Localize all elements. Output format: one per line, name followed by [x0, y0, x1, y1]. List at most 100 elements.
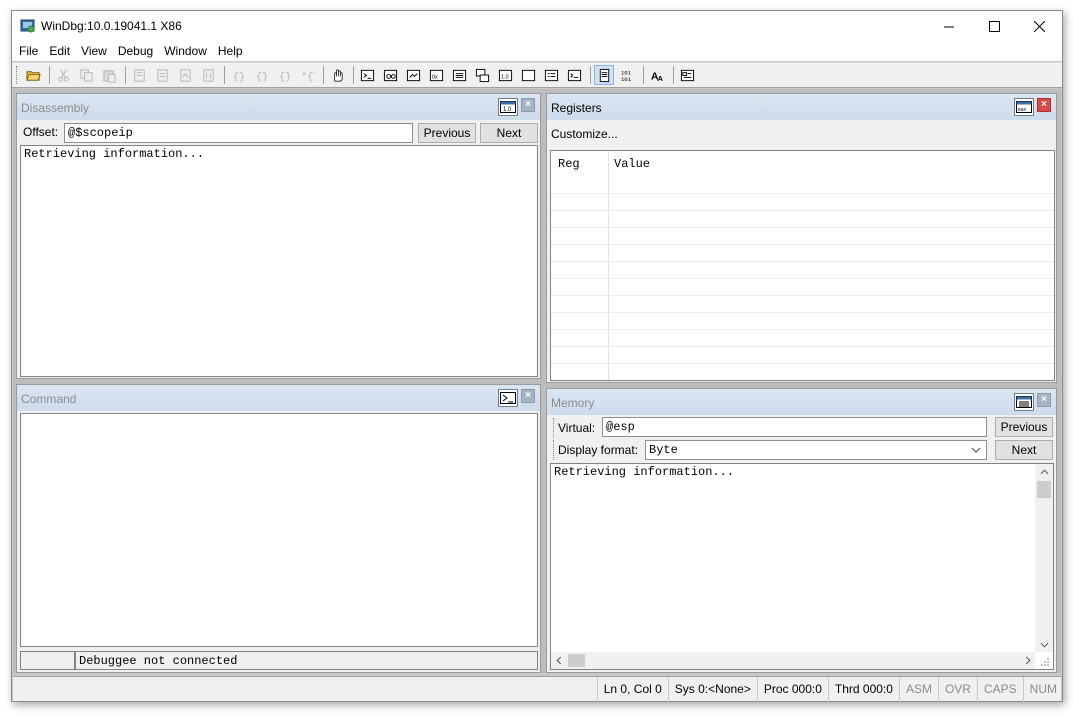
maximize-button[interactable]: [971, 11, 1017, 41]
close-icon: ×: [1041, 394, 1047, 405]
scratch-pad-button[interactable]: [518, 65, 538, 85]
call-stack-button[interactable]: [472, 65, 492, 85]
break-icon: [202, 68, 214, 82]
toolbar-separator: [224, 66, 225, 84]
registers-title: Registers: [551, 101, 602, 115]
command-window-icon: [360, 69, 374, 81]
menu-file[interactable]: File: [18, 41, 44, 61]
source-mode-toggle-icon: [599, 68, 609, 82]
scroll-thumb[interactable]: [1037, 481, 1051, 498]
toolbar-grip[interactable]: [16, 66, 19, 84]
command-browser-icon: [567, 69, 581, 81]
command-window-icon: [500, 392, 516, 404]
status-line-column: Ln 0, Col 0: [596, 677, 668, 702]
maximize-icon: [988, 20, 1000, 32]
menu-help[interactable]: Help: [217, 41, 249, 61]
menu-window[interactable]: Window: [163, 41, 213, 61]
go-button[interactable]: [175, 65, 195, 85]
command-browser-button[interactable]: [564, 65, 584, 85]
memory-vertical-scrollbar[interactable]: [1035, 464, 1053, 652]
hand-button[interactable]: [327, 65, 347, 85]
call-stack-icon: [475, 68, 489, 82]
memory-previous-button[interactable]: Previous: [995, 417, 1053, 437]
registers-window-button[interactable]: 0x: [426, 65, 446, 85]
virtual-label: Virtual:: [553, 418, 599, 438]
chevron-right-icon[interactable]: [1025, 656, 1031, 665]
command-prompt-label: [20, 651, 75, 670]
disassembly-window-button[interactable]: 1.0: [495, 65, 515, 85]
locals-window-button[interactable]: [403, 65, 423, 85]
watch-window-button[interactable]: [380, 65, 400, 85]
step-over-button[interactable]: {}: [251, 65, 271, 85]
offset-input[interactable]: @$scopeip: [64, 123, 413, 143]
svg-text:{}: {}: [278, 71, 290, 83]
watch-window-icon: [383, 69, 397, 81]
source-mode-toggle-button[interactable]: [594, 65, 614, 85]
processes-threads-button[interactable]: [541, 65, 561, 85]
breakpoint-list-button[interactable]: [152, 65, 172, 85]
disassembly-panel: Disassembly 1.0 × Offset: @$scopeip Prev…: [16, 93, 541, 379]
disassembly-next-button[interactable]: Next: [480, 123, 538, 143]
disassembly-window-menu-button[interactable]: 1.0: [498, 98, 518, 116]
disassembly-text-area[interactable]: Retrieving information...: [20, 145, 538, 377]
minimize-button[interactable]: [926, 11, 972, 41]
source-mode-button[interactable]: [129, 65, 149, 85]
font-button[interactable]: AA: [647, 65, 667, 85]
break-button[interactable]: [198, 65, 218, 85]
chevron-down-icon[interactable]: [1040, 642, 1049, 648]
menu-debug[interactable]: Debug: [117, 41, 159, 61]
command-window-menu-button[interactable]: [498, 389, 518, 407]
registers-close-button[interactable]: ×: [1037, 98, 1051, 112]
status-caps: CAPS: [976, 677, 1023, 702]
command-output-area[interactable]: [20, 413, 538, 647]
virtual-address-input[interactable]: @esp: [602, 417, 987, 437]
step-into-button[interactable]: {}: [228, 65, 248, 85]
menu-bar: File Edit View Debug Window Help: [12, 41, 1062, 61]
disassembly-close-button[interactable]: ×: [521, 98, 535, 112]
memory-panel: Memory × Virtual: @esp Previous Display …: [546, 388, 1057, 673]
disassembly-previous-button[interactable]: Previous: [418, 123, 476, 143]
command-input[interactable]: Debuggee not connected: [75, 651, 538, 670]
status-num: NUM: [1022, 677, 1061, 702]
menu-view[interactable]: View: [80, 41, 113, 61]
memory-window-button[interactable]: [449, 65, 469, 85]
customize-button[interactable]: Customize...: [551, 127, 618, 141]
chevron-left-icon[interactable]: [556, 656, 562, 665]
minimize-icon: [943, 26, 954, 27]
hex-display-button[interactable]: 101 101: [617, 65, 637, 85]
options-button[interactable]: [677, 65, 697, 85]
registers-window-menu-button[interactable]: eax: [1014, 98, 1034, 116]
memory-next-button[interactable]: Next: [995, 440, 1053, 460]
cut-button[interactable]: [53, 65, 73, 85]
value-column-header[interactable]: Value: [614, 157, 650, 171]
status-ovr: OVR: [937, 677, 977, 702]
run-to-cursor-button[interactable]: *{}: [297, 65, 317, 85]
command-panel: Command × Debuggee not connected: [16, 384, 541, 673]
breakpoint-list-icon: [156, 68, 168, 82]
memory-close-button[interactable]: ×: [1037, 393, 1051, 407]
toolbar-separator: [353, 66, 354, 84]
scratch-pad-icon: [521, 69, 535, 81]
resize-grip-icon[interactable]: [1036, 653, 1052, 669]
close-button[interactable]: [1016, 11, 1062, 41]
toolbar-separator: [49, 66, 50, 84]
hand-icon: [333, 69, 343, 81]
paste-icon: [102, 69, 116, 83]
grid-row-line: [551, 329, 1054, 330]
menu-edit[interactable]: Edit: [48, 41, 76, 61]
step-out-button[interactable]: {}: [274, 65, 294, 85]
chevron-up-icon[interactable]: [1040, 469, 1049, 475]
scroll-thumb[interactable]: [568, 654, 585, 667]
open-button[interactable]: [23, 65, 43, 85]
memory-text-area[interactable]: Retrieving information...: [550, 463, 1054, 670]
reg-column-header[interactable]: Reg: [558, 157, 580, 171]
command-close-button[interactable]: ×: [521, 389, 535, 403]
memory-window-menu-button[interactable]: [1014, 393, 1034, 411]
display-format-select[interactable]: Byte: [645, 440, 987, 460]
memory-horizontal-scrollbar[interactable]: [551, 652, 1035, 669]
copy-button[interactable]: [76, 65, 96, 85]
command-window-button[interactable]: [357, 65, 377, 85]
go-icon: [179, 68, 191, 82]
registers-grid[interactable]: Reg Value: [550, 150, 1055, 381]
paste-button[interactable]: [99, 65, 119, 85]
